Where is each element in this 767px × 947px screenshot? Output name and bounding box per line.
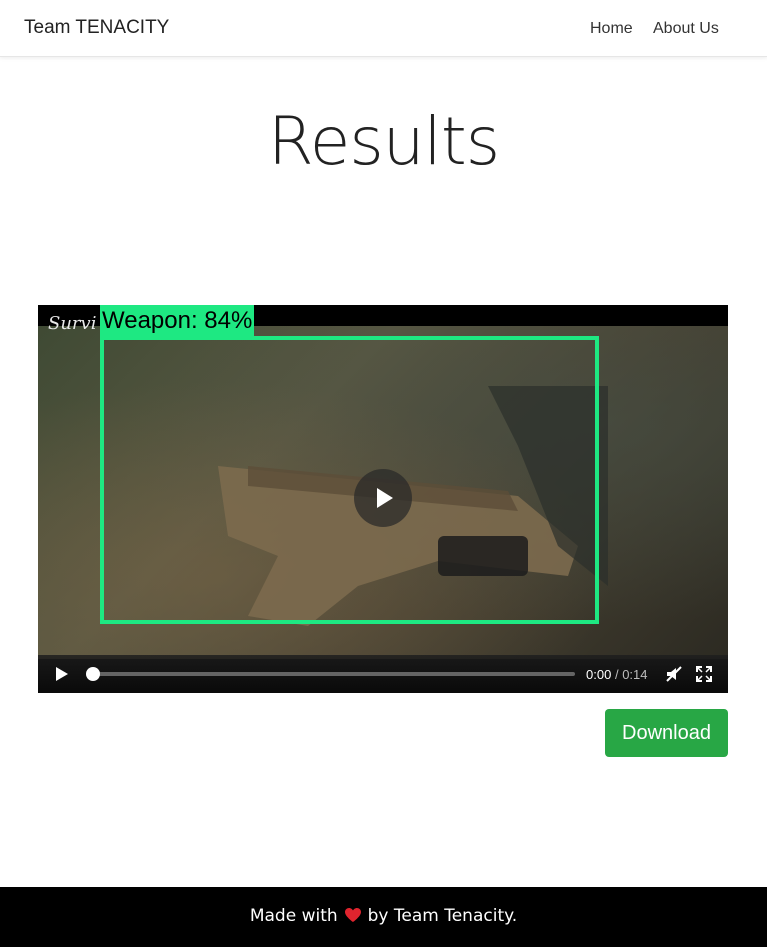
footer-text-before: Made with (249, 906, 338, 926)
page-title: Results (267, 103, 500, 180)
nav-link-about-us[interactable]: About Us (653, 20, 719, 38)
footer: Made with by Team Tenacity. (0, 887, 767, 947)
fullscreen-icon[interactable] (696, 666, 712, 682)
brand-link[interactable]: Team TENACITY (24, 17, 169, 39)
time-display: 0:00 / 0:14 (586, 667, 648, 682)
time-separator: / (614, 667, 619, 682)
nav-link-home[interactable]: Home (590, 20, 633, 38)
video-watermark: Survi (48, 313, 97, 334)
duration: 0:14 (622, 667, 648, 682)
detection-box (100, 336, 599, 624)
navbar: Team TENACITY Home About Us (0, 0, 767, 57)
download-button[interactable]: Download (605, 709, 728, 757)
progress-knob[interactable] (86, 667, 100, 681)
video-player[interactable]: Survi Weapon: 84% 0:00 / 0:14 (38, 305, 728, 693)
big-play-icon[interactable] (354, 469, 412, 527)
heart-icon (344, 908, 361, 922)
play-icon[interactable] (54, 666, 70, 682)
footer-text-after: by Team Tenacity. (367, 906, 518, 926)
detection-label: Weapon: 84% (100, 305, 255, 336)
mute-icon[interactable] (665, 665, 683, 683)
current-time: 0:00 (586, 667, 612, 682)
video-controls: 0:00 / 0:14 (38, 655, 728, 693)
progress-bar[interactable] (93, 672, 575, 676)
